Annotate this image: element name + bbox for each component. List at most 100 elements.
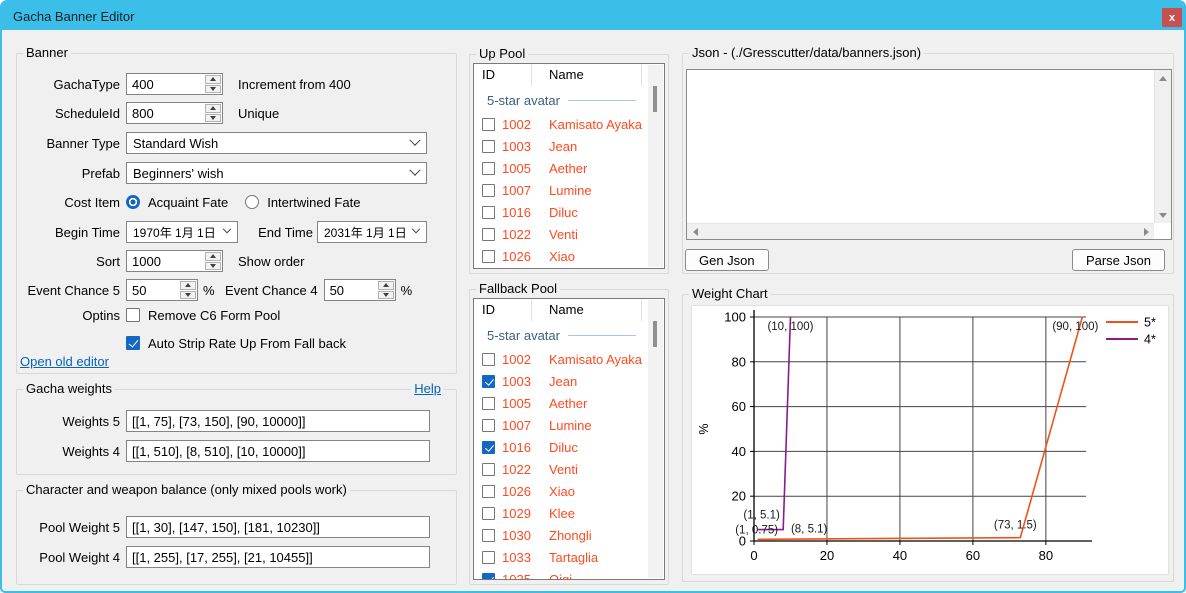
spin-up-button[interactable] — [180, 281, 196, 290]
window-title: Gacha Banner Editor — [13, 9, 134, 24]
pool-item-checkbox[interactable] — [482, 397, 495, 410]
pool-section-header: 5-star avatar — [474, 88, 664, 113]
parse-json-button[interactable]: Parse Json — [1072, 249, 1165, 271]
spin-down-button[interactable] — [205, 262, 221, 271]
spin-down-button[interactable] — [378, 291, 394, 300]
pool-item-checkbox[interactable] — [482, 419, 495, 432]
scheduleid-hint: Unique — [238, 106, 279, 121]
y-tick-label: 20 — [732, 489, 746, 504]
pool-weight-4-input[interactable]: [[1, 255], [17, 255], [21, 10455]] — [126, 546, 430, 568]
pool-item-checkbox[interactable] — [482, 228, 495, 241]
group-gacha-weights: Gacha weights Help Weights 5 [[1, 75], [… — [16, 389, 457, 475]
pool-row[interactable]: 1007Lumine — [474, 414, 664, 436]
pool-row[interactable]: 1022Venti — [474, 223, 664, 245]
prefab-select[interactable]: Beginners' wish — [126, 162, 427, 184]
auto-strip-checkbox[interactable] — [126, 336, 140, 350]
pool-row[interactable]: 1026Xiao — [474, 245, 664, 267]
pool-row[interactable]: 1033Tartaglia — [474, 546, 664, 568]
pool-item-checkbox[interactable] — [482, 118, 495, 131]
pool-row[interactable]: 1029Klee — [474, 502, 664, 524]
pool-row[interactable]: 1005Aether — [474, 392, 664, 414]
spin-up-icon — [210, 106, 216, 110]
banner-type-select[interactable]: Standard Wish — [126, 132, 427, 154]
scroll-left-button[interactable] — [687, 224, 703, 240]
spin-up-icon — [185, 283, 191, 287]
end-time-label: End Time — [254, 225, 313, 240]
scrollbar-thumb[interactable] — [653, 321, 657, 347]
pool-row[interactable]: 1002Kamisato Ayaka — [474, 113, 664, 135]
pool-row[interactable]: 1035Qiqi — [474, 568, 664, 579]
json-vertical-scrollbar[interactable] — [1154, 70, 1171, 223]
weights-5-label: Weights 5 — [23, 414, 120, 429]
pool-item-checkbox[interactable] — [482, 507, 495, 520]
begin-time-select[interactable]: 1970年 1月 1日 — [126, 221, 238, 243]
gen-json-button[interactable]: Gen Json — [685, 249, 769, 271]
weights-4-input[interactable]: [[1, 510], [8, 510], [10, 10000]] — [126, 440, 430, 462]
pool-row[interactable]: 1003Jean — [474, 370, 664, 392]
spin-down-button[interactable] — [180, 291, 196, 300]
up-pool-scrollbar[interactable] — [648, 65, 663, 267]
pool-row[interactable]: 1005Aether — [474, 157, 664, 179]
close-button[interactable]: x — [1162, 8, 1182, 27]
json-textarea[interactable] — [686, 69, 1172, 240]
pool-item-checkbox[interactable] — [482, 184, 495, 197]
json-horizontal-scrollbar[interactable] — [687, 223, 1154, 239]
scroll-up-button[interactable] — [1155, 70, 1171, 86]
pool-row[interactable]: 1030Zhongli — [474, 524, 664, 546]
titlebar[interactable]: Gacha Banner Editor x — [2, 2, 1184, 30]
pool-item-checkbox[interactable] — [482, 485, 495, 498]
spin-up-button[interactable] — [378, 281, 394, 290]
pool-item-checkbox[interactable] — [482, 529, 495, 542]
spin-up-button[interactable] — [205, 252, 221, 261]
pool-row[interactable]: 1007Lumine — [474, 179, 664, 201]
up-pool-list[interactable]: ID Name 5-star avatar 1002Kamisato Ayaka… — [473, 63, 665, 269]
pool-item-checkbox[interactable] — [482, 463, 495, 476]
fallback-pool-scrollbar[interactable] — [648, 300, 663, 578]
pool-item-checkbox[interactable] — [482, 206, 495, 219]
spin-down-button[interactable] — [205, 85, 221, 94]
weights-4-label: Weights 4 — [23, 444, 120, 459]
pool-item-id: 1002 — [502, 352, 542, 367]
pool-row[interactable]: 1002Kamisato Ayaka — [474, 348, 664, 370]
spin-down-button[interactable] — [205, 114, 221, 123]
fallback-pool-list[interactable]: ID Name 5-star avatar 1002Kamisato Ayaka… — [473, 298, 665, 580]
pool-row[interactable]: 1016Diluc — [474, 436, 664, 458]
spin-up-button[interactable] — [205, 104, 221, 113]
pool-row[interactable]: 1026Xiao — [474, 480, 664, 502]
pool-item-checkbox[interactable] — [482, 375, 495, 388]
intertwined-fate-radio[interactable] — [245, 195, 259, 209]
pool-item-checkbox[interactable] — [482, 250, 495, 263]
pool-row[interactable]: 1003Jean — [474, 135, 664, 157]
pool-item-checkbox[interactable] — [482, 140, 495, 153]
end-time-select[interactable]: 2031年 1月 1日 — [317, 221, 427, 243]
spin-up-button[interactable] — [205, 75, 221, 84]
scrollbar-thumb[interactable] — [653, 86, 657, 112]
pool-item-id: 1029 — [502, 506, 542, 521]
event-chance-5-spinner[interactable]: 50 — [126, 279, 198, 301]
pool-item-checkbox[interactable] — [482, 573, 495, 580]
pool-weight-5-input[interactable]: [[1, 30], [147, 150], [181, 10230]] — [126, 516, 430, 538]
scheduleid-spinner[interactable]: 800 — [126, 102, 223, 124]
event-chance-4-spinner[interactable]: 50 — [324, 279, 396, 301]
help-link[interactable]: Help — [411, 381, 444, 396]
remove-c6-checkbox[interactable] — [126, 308, 140, 322]
pool-item-checkbox[interactable] — [482, 353, 495, 366]
pool-item-checkbox[interactable] — [482, 162, 495, 175]
annotation: (10, 100) — [767, 321, 813, 333]
gachatype-spinner[interactable]: 400 — [126, 73, 223, 95]
open-old-editor-link[interactable]: Open old editor — [20, 354, 109, 369]
scroll-right-button[interactable] — [1138, 224, 1154, 240]
sort-spinner[interactable]: 1000 — [126, 250, 223, 272]
scroll-down-button[interactable] — [1155, 207, 1171, 223]
acquaint-fate-radio[interactable] — [126, 195, 140, 209]
pool-item-checkbox[interactable] — [482, 551, 495, 564]
group-banner: Banner GachaType 400 Increment from 400 … — [16, 53, 457, 374]
x-tick-label: 60 — [966, 548, 980, 563]
pool-row[interactable]: 1022Venti — [474, 458, 664, 480]
weights-5-input[interactable]: [[1, 75], [73, 150], [90, 10000]] — [126, 410, 430, 432]
pool-section-rule — [568, 335, 636, 336]
json-text-content[interactable] — [689, 72, 1152, 221]
pool-weight-5-value: [[1, 30], [147, 150], [181, 10230]] — [132, 520, 320, 535]
pool-row[interactable]: 1016Diluc — [474, 201, 664, 223]
pool-item-checkbox[interactable] — [482, 441, 495, 454]
